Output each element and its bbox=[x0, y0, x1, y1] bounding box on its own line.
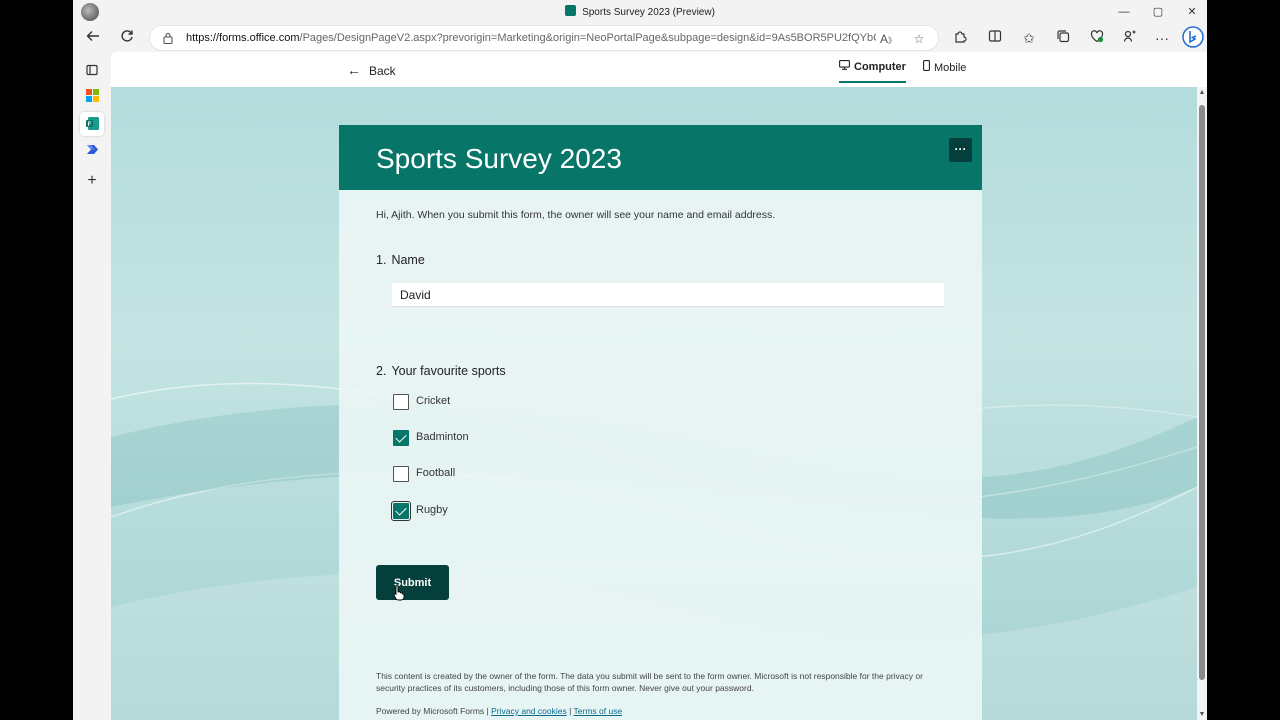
address-bar[interactable]: https://forms.office.com/Pages/DesignPag… bbox=[149, 25, 939, 51]
page-content: ← Back Computer Mobile Sports Survey 202… bbox=[111, 52, 1207, 720]
form-intro-text: Hi, Ajith. When you submit this form, th… bbox=[376, 209, 776, 221]
option-label: Football bbox=[416, 467, 456, 479]
window-title: Sports Survey 2023 (Preview) bbox=[73, 5, 1207, 18]
checkbox[interactable] bbox=[393, 394, 409, 410]
computer-view-label: Computer bbox=[854, 61, 906, 73]
split-screen-icon[interactable] bbox=[982, 26, 1008, 50]
checkbox[interactable] bbox=[393, 430, 409, 446]
back-icon[interactable] bbox=[80, 26, 106, 50]
tab-computer-view[interactable]: Computer bbox=[839, 60, 906, 84]
question-sports: 2. Your favourite sports bbox=[376, 364, 506, 378]
disclaimer-text: This content is created by the owner of … bbox=[376, 671, 923, 693]
add-icon[interactable]: + bbox=[80, 169, 104, 193]
power-automate-icon[interactable] bbox=[80, 138, 104, 162]
url-text[interactable]: https://forms.office.com/Pages/DesignPag… bbox=[186, 32, 876, 44]
terms-link[interactable]: Terms of use bbox=[574, 706, 623, 716]
option-label: Badminton bbox=[416, 431, 469, 443]
tab-mobile-view[interactable]: Mobile bbox=[923, 60, 966, 74]
monitor-icon bbox=[839, 60, 850, 73]
forms-app-icon bbox=[565, 5, 577, 16]
option-label: Rugby bbox=[416, 504, 448, 516]
footer-links: Powered by Microsoft Forms | Privacy and… bbox=[376, 706, 622, 716]
tab-actions-icon[interactable] bbox=[80, 58, 104, 82]
read-aloud-icon[interactable]: A》 bbox=[878, 29, 898, 49]
more-options-button[interactable]: ··· bbox=[949, 138, 972, 162]
form-header: Sports Survey 2023 ··· bbox=[339, 125, 982, 190]
footer-separator: | bbox=[569, 706, 572, 716]
minimize-button[interactable]: — bbox=[1107, 2, 1141, 22]
form-card: Sports Survey 2023 ··· Hi, Ajith. When y… bbox=[339, 125, 982, 720]
option-label: Cricket bbox=[416, 395, 451, 407]
submit-button[interactable]: Submit bbox=[376, 565, 449, 600]
more-icon[interactable]: ··· bbox=[1149, 26, 1175, 50]
bing-icon[interactable] bbox=[1180, 26, 1206, 50]
scroll-up-icon[interactable]: ▲ bbox=[1197, 89, 1207, 96]
question-label: Name bbox=[391, 253, 425, 267]
phone-icon bbox=[923, 60, 930, 74]
question-number: 2. bbox=[376, 364, 387, 378]
privacy-link[interactable]: Privacy and cookies bbox=[491, 706, 567, 716]
form-background: Sports Survey 2023 ··· Hi, Ajith. When y… bbox=[111, 87, 1197, 720]
back-label: Back bbox=[369, 64, 396, 78]
svg-text:F: F bbox=[87, 122, 91, 128]
url-host: https://forms.office.com bbox=[186, 32, 300, 44]
window-title-text: Sports Survey 2023 (Preview) bbox=[582, 7, 715, 18]
question-number: 1. bbox=[376, 253, 387, 267]
office-icon[interactable] bbox=[80, 84, 104, 108]
refresh-icon[interactable] bbox=[114, 26, 140, 50]
scrollbar-thumb[interactable] bbox=[1199, 105, 1205, 680]
mobile-view-label: Mobile bbox=[934, 62, 967, 74]
question-name: 1. Name bbox=[376, 253, 425, 267]
form-title: Sports Survey 2023 bbox=[376, 143, 622, 174]
close-window-button[interactable]: ✕ bbox=[1175, 2, 1207, 22]
browser-toolbar: https://forms.office.com/Pages/DesignPag… bbox=[73, 24, 1207, 52]
back-button[interactable]: ← Back bbox=[347, 62, 396, 78]
checkbox[interactable] bbox=[393, 466, 409, 482]
scroll-down-icon[interactable]: ▼ bbox=[1197, 711, 1207, 718]
preview-top-bar: ← Back Computer Mobile bbox=[111, 52, 1207, 87]
copilot-icon[interactable] bbox=[1117, 26, 1143, 50]
powered-by-text: Powered by Microsoft Forms | bbox=[376, 706, 489, 716]
hand-cursor-icon bbox=[393, 585, 405, 601]
title-bar: Sports Survey 2023 (Preview) — ▢ ✕ bbox=[73, 0, 1207, 24]
browser-sidebar: F + bbox=[73, 52, 111, 720]
page-scrollbar[interactable]: ▲ ▼ bbox=[1197, 87, 1207, 720]
browser-window: Sports Survey 2023 (Preview) — ▢ ✕ https… bbox=[73, 0, 1207, 720]
lock-icon bbox=[163, 32, 173, 44]
extensions-icon[interactable] bbox=[947, 26, 973, 50]
question-label: Your favourite sports bbox=[391, 364, 506, 378]
url-path: /Pages/DesignPageV2.aspx?prevorigin=Mark… bbox=[299, 32, 876, 44]
back-arrow-icon: ← bbox=[347, 62, 361, 78]
browser-essentials-icon[interactable] bbox=[1084, 26, 1110, 50]
checkbox[interactable] bbox=[391, 501, 411, 521]
favorite-icon[interactable]: ☆ bbox=[909, 29, 929, 49]
favorites-icon[interactable]: ✩ bbox=[1016, 26, 1042, 50]
maximize-button[interactable]: ▢ bbox=[1141, 2, 1175, 22]
collections-icon[interactable] bbox=[1050, 26, 1076, 50]
forms-icon[interactable]: F bbox=[80, 112, 104, 136]
name-input[interactable] bbox=[392, 283, 944, 307]
